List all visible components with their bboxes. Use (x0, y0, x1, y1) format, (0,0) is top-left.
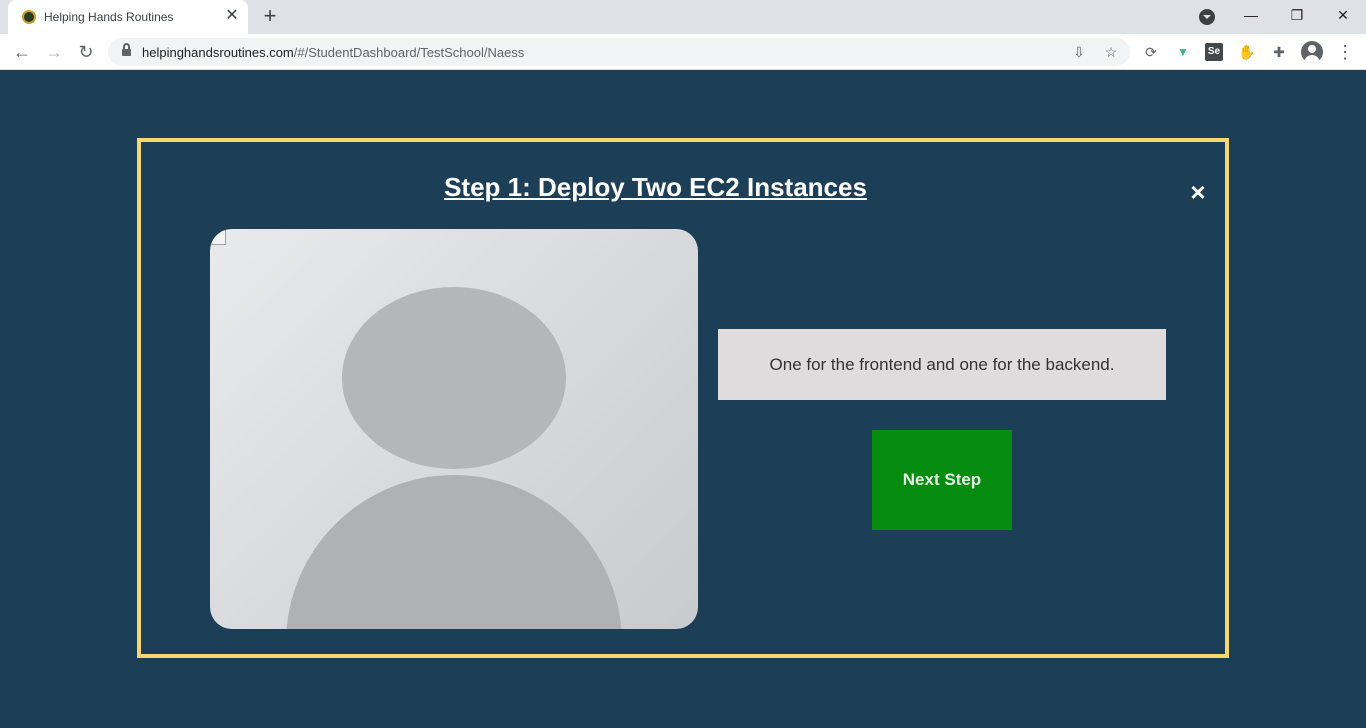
placeholder-avatar-head (342, 287, 566, 469)
new-tab-button[interactable]: + (259, 5, 281, 27)
forward-button[interactable]: → (42, 40, 66, 64)
site-favicon-icon (22, 10, 36, 24)
address-bar[interactable]: helpinghandsroutines.com/#/StudentDashbo… (108, 38, 1130, 66)
tab-title: Helping Hands Routines (44, 10, 174, 24)
back-button[interactable]: ← (10, 40, 34, 64)
vue-devtools-icon[interactable]: ▼ (1173, 42, 1193, 62)
close-icon[interactable]: × (1185, 179, 1211, 205)
browser-toolbar: ← → ↻ helpinghandsroutines.com/#/Student… (0, 34, 1366, 70)
placeholder-avatar-body (286, 475, 622, 629)
close-window-button[interactable]: ✕ (1328, 4, 1358, 26)
lock-icon[interactable] (122, 43, 131, 57)
broken-image-icon (210, 229, 226, 245)
puzzle-extensions-icon[interactable]: ✚ (1269, 42, 1289, 62)
browser-menu-icon[interactable]: ⋮ (1333, 40, 1357, 64)
next-step-button[interactable]: Next Step (872, 430, 1012, 530)
sync-extension-icon[interactable]: ⟳ (1141, 42, 1161, 62)
reload-button[interactable]: ↻ (74, 40, 98, 64)
minimize-button[interactable]: — (1236, 4, 1266, 26)
step-caption: One for the frontend and one for the bac… (718, 329, 1166, 400)
bookmark-star-icon[interactable]: ☆ (1102, 43, 1120, 61)
url-text[interactable]: helpinghandsroutines.com/#/StudentDashbo… (142, 45, 524, 60)
step-modal: Step 1: Deploy Two EC2 Instances × One f… (137, 138, 1229, 658)
tab-search-icon[interactable] (1199, 9, 1215, 25)
profile-avatar-icon[interactable] (1301, 41, 1323, 63)
restore-button[interactable]: ❐ (1282, 4, 1312, 26)
browser-tab[interactable]: Helping Hands Routines ✕ (8, 0, 248, 34)
hand-extension-icon[interactable]: ✋ (1237, 42, 1257, 62)
install-app-icon[interactable]: ⇩ (1070, 43, 1088, 61)
browser-tab-bar: Helping Hands Routines ✕ + — ❐ ✕ (0, 0, 1366, 34)
tab-close-icon[interactable]: ✕ (223, 7, 241, 25)
url-domain: helpinghandsroutines.com (142, 45, 294, 60)
selenium-ide-icon[interactable]: Se (1205, 43, 1223, 61)
step-title: Step 1: Deploy Two EC2 Instances (444, 172, 867, 202)
url-path: /#/StudentDashboard/TestSchool/Naess (293, 45, 525, 60)
step-image (210, 229, 698, 629)
